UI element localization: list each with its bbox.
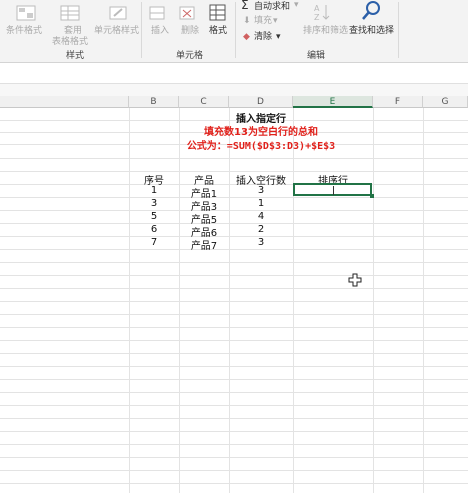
table-cell[interactable]: 7 bbox=[129, 237, 179, 248]
format-icon bbox=[208, 3, 228, 27]
table-cell[interactable]: 1 bbox=[129, 185, 179, 196]
table-cell[interactable]: 2 bbox=[229, 224, 293, 235]
autosum-button[interactable]: 自动求和 bbox=[254, 2, 290, 13]
column-header-b[interactable]: B bbox=[129, 96, 179, 108]
clear-button[interactable]: 清除 bbox=[254, 32, 272, 43]
find-select-icon bbox=[360, 0, 382, 26]
table-cell[interactable]: 5 bbox=[129, 211, 179, 222]
eraser-icon: ◆ bbox=[243, 32, 250, 42]
group-separator bbox=[398, 2, 399, 58]
table-format-label-2[interactable]: 表格格式 bbox=[52, 37, 88, 48]
table-cell[interactable]: 1 bbox=[229, 198, 293, 209]
column-header-d[interactable]: D bbox=[229, 96, 293, 108]
sigma-icon: Σ bbox=[241, 0, 249, 12]
text-cursor bbox=[333, 186, 334, 195]
ribbon: 条件格式 套用 表格格式 单元格样式 样式 插入 删除 格式 单元格 Σ 自动求… bbox=[0, 0, 468, 63]
sheet-subtitle[interactable]: 填充数13为空白行的总和 bbox=[179, 123, 343, 138]
sort-filter-button[interactable]: 排序和筛选 bbox=[303, 26, 348, 37]
column-header-c[interactable]: C bbox=[179, 96, 229, 108]
svg-text:A: A bbox=[314, 4, 320, 13]
svg-text:Z: Z bbox=[314, 13, 320, 22]
autosum-dropdown-icon[interactable]: ▾ bbox=[294, 0, 299, 11]
table-cell[interactable]: 3 bbox=[229, 237, 293, 248]
column-header-e[interactable]: E bbox=[293, 96, 373, 108]
column-header-a[interactable] bbox=[0, 96, 129, 108]
group-separator bbox=[235, 2, 236, 58]
insert-button[interactable]: 插入 bbox=[151, 26, 169, 37]
delete-icon bbox=[178, 4, 198, 26]
format-button[interactable]: 格式 bbox=[209, 26, 227, 37]
group-separator bbox=[141, 2, 142, 58]
sort-filter-icon: AZ bbox=[312, 2, 334, 26]
group-styles-label: 样式 bbox=[66, 51, 85, 61]
table-format-label-1[interactable]: 套用 bbox=[64, 26, 82, 37]
mouse-cursor-icon bbox=[348, 272, 362, 291]
sheet-grid[interactable] bbox=[0, 108, 468, 493]
table-cell[interactable]: 产品7 bbox=[179, 237, 229, 252]
group-cells-label: 单元格 bbox=[176, 51, 204, 61]
insert-icon bbox=[148, 4, 168, 26]
find-select-button[interactable]: 查找和选择 bbox=[349, 26, 394, 37]
delete-button[interactable]: 删除 bbox=[181, 26, 199, 37]
conditional-format-button[interactable]: 条件格式 bbox=[6, 26, 42, 37]
column-header-g[interactable]: G bbox=[423, 96, 468, 108]
table-cell[interactable]: 4 bbox=[229, 211, 293, 222]
table-cell[interactable]: 3 bbox=[129, 198, 179, 209]
group-edit-label: 编辑 bbox=[307, 51, 326, 61]
table-cell[interactable]: 3 bbox=[229, 185, 293, 196]
fill-handle[interactable] bbox=[370, 194, 374, 198]
formula-bar[interactable] bbox=[0, 63, 468, 84]
cell-style-button[interactable]: 单元格样式 bbox=[94, 26, 139, 37]
fill-dropdown-icon[interactable]: ▾ bbox=[273, 16, 278, 27]
formula-note[interactable]: 公式为：=SUM($D$3:D3)+$E$3 bbox=[159, 137, 363, 152]
clear-dropdown-icon[interactable]: ▾ bbox=[276, 32, 281, 43]
conditional-format-icon bbox=[16, 4, 38, 26]
table-format-icon bbox=[60, 4, 82, 26]
table-cell[interactable]: 6 bbox=[129, 224, 179, 235]
fill-icon: ⬇ bbox=[243, 16, 251, 26]
cell-style-icon bbox=[108, 4, 130, 26]
column-header-f[interactable]: F bbox=[373, 96, 423, 108]
fill-button[interactable]: 填充 bbox=[254, 16, 272, 27]
